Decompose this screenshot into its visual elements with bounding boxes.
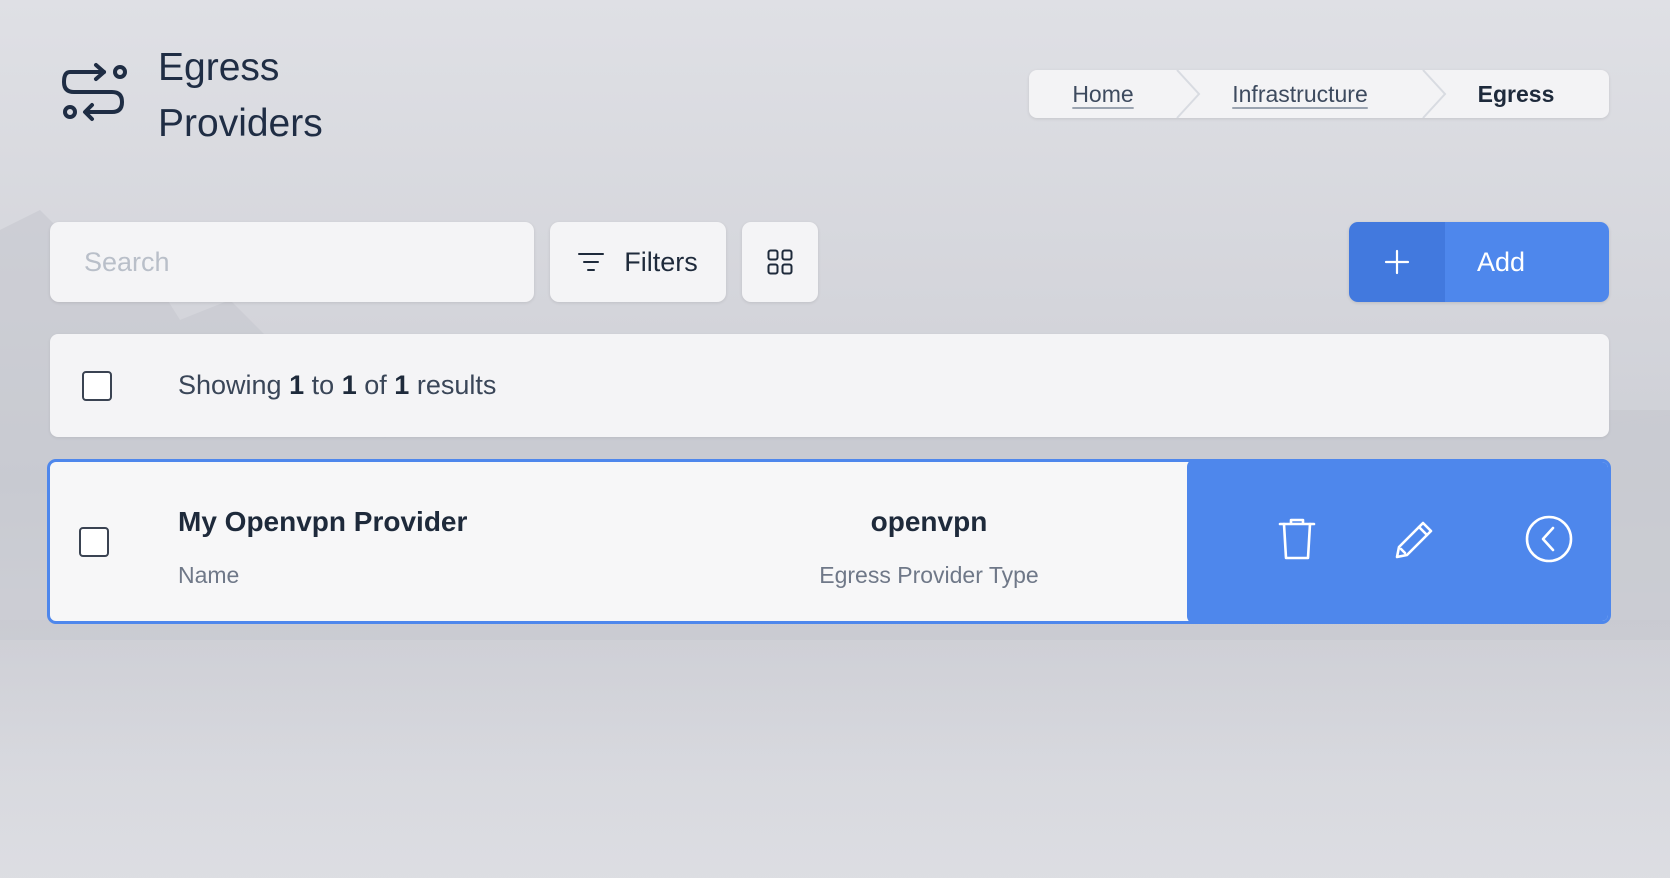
filters-label: Filters [624, 246, 698, 277]
provider-type-label: Egress Provider Type [819, 562, 1039, 588]
breadcrumb-item-infrastructure[interactable]: Infrastructure [1177, 70, 1423, 118]
grid-view-button[interactable] [742, 222, 818, 302]
results-header: Showing 1 to 1 of 1 results [50, 334, 1609, 437]
search-box [50, 222, 534, 302]
table-row[interactable]: My Openvpn Provider Name openvpn Egress … [47, 459, 1611, 624]
collapse-actions-button[interactable] [1521, 511, 1577, 567]
select-all-checkbox[interactable] [82, 371, 112, 401]
results-prefix: Showing [178, 370, 282, 400]
add-label: Add [1445, 222, 1609, 302]
results-from: 1 [289, 370, 305, 400]
results-of-word: of [364, 370, 387, 400]
breadcrumb-separator [1176, 70, 1201, 118]
breadcrumb: Home Infrastructure Egress [1029, 70, 1609, 118]
delete-button[interactable] [1269, 511, 1325, 567]
route-icon [62, 63, 127, 121]
breadcrumb-separator [1422, 70, 1447, 118]
breadcrumb-egress-label: Egress [1477, 80, 1555, 107]
plus-icon [1384, 249, 1410, 275]
page-title: Egress Providers [158, 46, 323, 145]
breadcrumb-item-home[interactable]: Home [1029, 70, 1177, 118]
edit-button[interactable] [1387, 511, 1443, 567]
pencil-icon [1395, 521, 1433, 559]
results-summary: Showing 1 to 1 of 1 results [178, 370, 496, 401]
results-total: 1 [394, 370, 410, 400]
filters-button[interactable]: Filters [550, 222, 726, 302]
provider-name: My Openvpn Provider [178, 506, 468, 537]
row-checkbox[interactable] [79, 527, 109, 557]
row-actions-panel [1187, 462, 1608, 621]
filter-lines-icon [578, 253, 605, 271]
chevron-left-circle-icon [1525, 515, 1573, 563]
breadcrumb-home-label: Home [1072, 80, 1134, 107]
grid-view-icon [767, 249, 793, 275]
breadcrumb-infrastructure-label: Infrastructure [1232, 80, 1368, 107]
results-suffix: results [416, 370, 497, 400]
add-button[interactable]: Add [1349, 222, 1609, 302]
results-to-word: to [311, 370, 335, 400]
results-to: 1 [341, 370, 357, 400]
provider-name-label: Name [178, 562, 240, 588]
provider-type: openvpn [870, 506, 988, 537]
add-plus-segment [1349, 222, 1445, 302]
background-water [0, 620, 1670, 878]
search-input[interactable] [82, 245, 506, 279]
trash-icon [1278, 518, 1316, 560]
breadcrumb-item-egress: Egress [1423, 70, 1609, 118]
